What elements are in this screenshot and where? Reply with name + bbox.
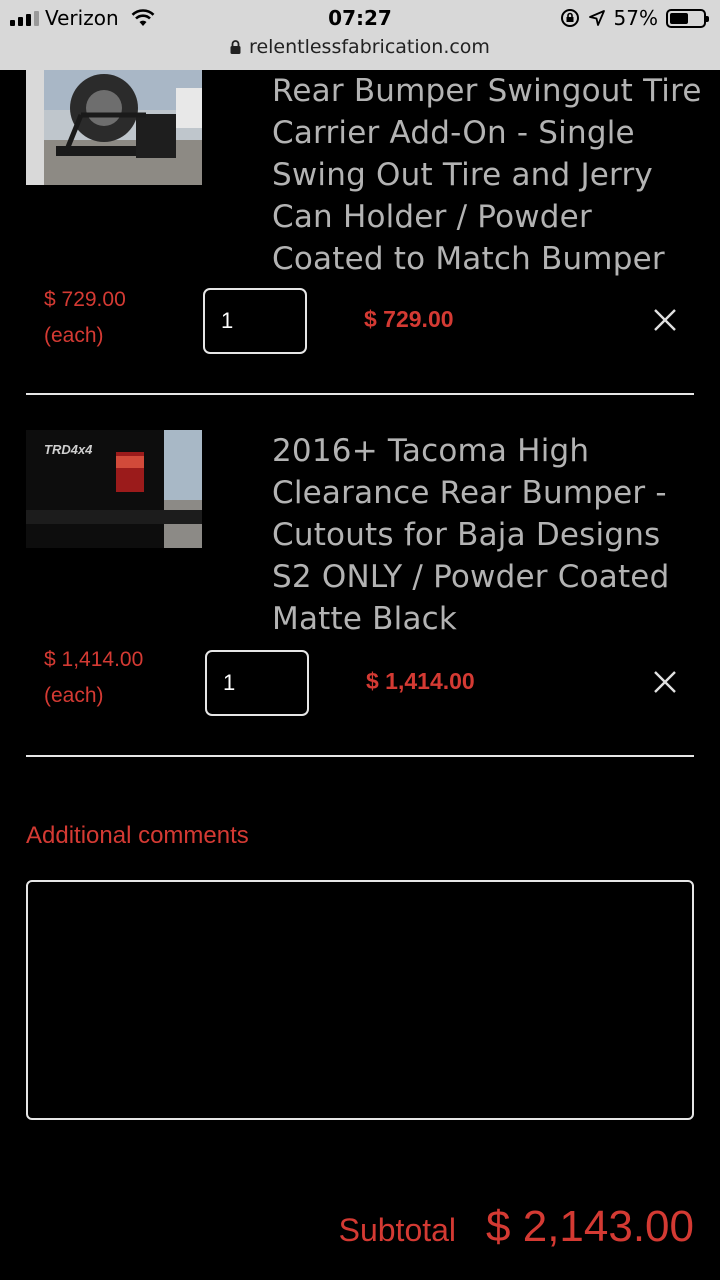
comments-textarea[interactable]	[26, 880, 694, 1120]
unit-price-value: $ 1,414.00	[44, 648, 144, 671]
unit-price: $ 1,414.00 (each)	[44, 642, 143, 714]
product-title[interactable]: Rear Bumper Swingout Tire Carrier Add-On…	[272, 70, 702, 280]
each-label: (each)	[44, 684, 104, 707]
quantity-input[interactable]: 1	[205, 650, 309, 716]
product-image[interactable]: TRD4x4	[26, 430, 202, 548]
cart-page: Rear Bumper Swingout Tire Carrier Add-On…	[0, 70, 720, 1280]
battery-percent: 57%	[613, 6, 658, 30]
quantity-input[interactable]: 1	[203, 288, 307, 354]
address-bar[interactable]: relentlessfabrication.com	[0, 36, 720, 58]
unit-price: $ 729.00 (each)	[44, 282, 126, 354]
unit-price-value: $ 729.00	[44, 288, 126, 311]
each-label: (each)	[44, 324, 104, 347]
battery-icon	[666, 8, 709, 28]
remove-item-icon[interactable]	[652, 669, 678, 695]
status-right: 57%	[560, 6, 709, 30]
product-image[interactable]	[26, 70, 202, 185]
location-arrow-icon	[588, 10, 605, 26]
product-title[interactable]: 2016+ Tacoma High Clearance Rear Bumper …	[272, 430, 702, 640]
remove-item-icon[interactable]	[652, 307, 678, 333]
subtotal-value: $ 2,143.00	[486, 1202, 694, 1251]
subtotal-label: Subtotal	[338, 1212, 457, 1248]
line-total: $ 1,414.00	[366, 668, 475, 694]
url-text: relentlessfabrication.com	[249, 36, 490, 58]
battery-level	[670, 12, 689, 24]
svg-text:TRD4x4: TRD4x4	[44, 442, 93, 457]
status-bar: Verizon 07:27 57% relentlessfabrication.…	[0, 0, 720, 70]
line-total: $ 729.00	[364, 306, 454, 332]
orientation-lock-icon	[560, 9, 579, 27]
comments-label: Additional comments	[26, 822, 249, 849]
divider	[26, 755, 694, 757]
cart-item: Rear Bumper Swingout Tire Carrier Add-On…	[26, 70, 701, 400]
cart-item: TRD4x4 2016+ Tacoma High Clearance Rear …	[26, 360, 694, 760]
subtotal: Subtotal $ 2,143.00	[339, 1202, 694, 1252]
lock-icon	[230, 40, 241, 54]
